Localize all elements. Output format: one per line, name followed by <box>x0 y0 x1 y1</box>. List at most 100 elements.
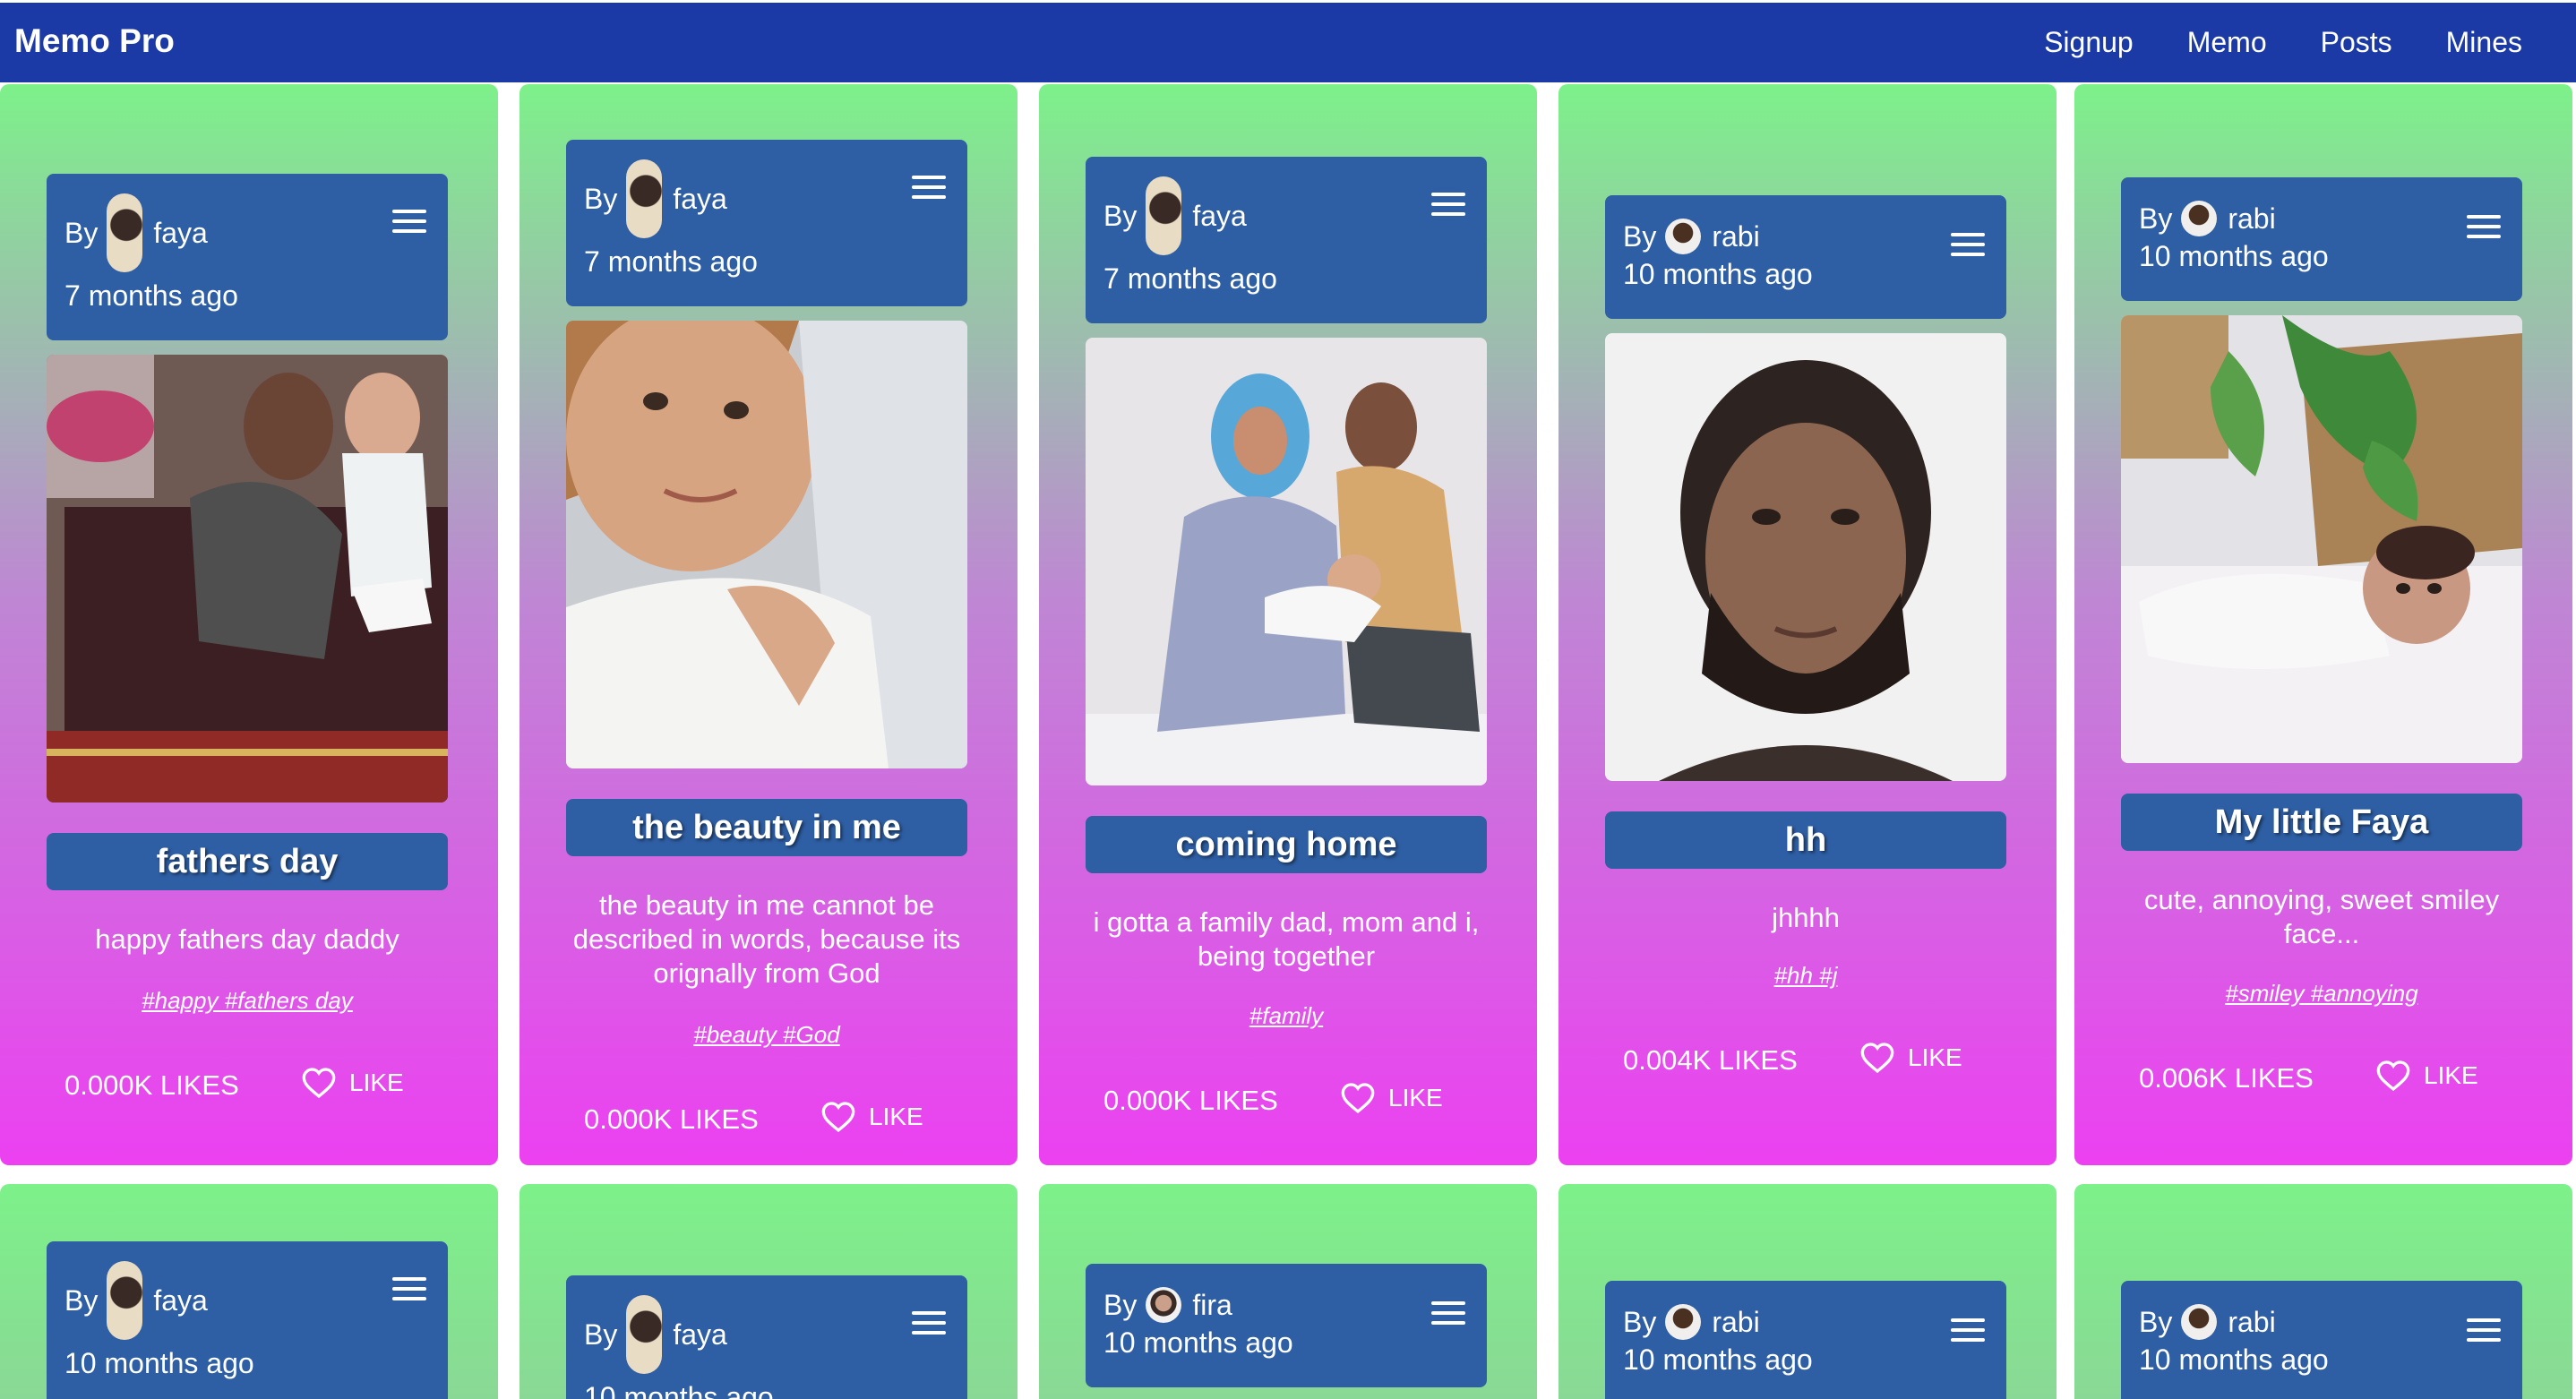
heart-icon <box>302 1068 336 1099</box>
post-card: By faya 7 months ago coming home i gotta… <box>1039 84 1537 1165</box>
menu-icon[interactable] <box>1951 233 1985 256</box>
menu-icon[interactable] <box>912 176 946 199</box>
nav-signup[interactable]: Signup <box>2044 26 2134 59</box>
heart-icon <box>1860 1043 1894 1074</box>
like-count: 0.000K LIKES <box>1103 1085 1278 1116</box>
post-card: By fira 10 months ago <box>1039 1184 1537 1399</box>
nav-posts[interactable]: Posts <box>2321 26 2392 59</box>
post-image <box>2121 315 2522 763</box>
post-header: By rabi 10 months ago <box>2121 177 2522 301</box>
author-name[interactable]: faya <box>1192 200 1246 233</box>
menu-icon[interactable] <box>912 1311 946 1335</box>
post-card: By faya 10 months ago <box>519 1184 1018 1399</box>
post-time: 10 months ago <box>584 1381 774 1399</box>
author-avatar[interactable] <box>1665 219 1702 254</box>
author-name[interactable]: rabi <box>1712 220 1759 253</box>
post-tags[interactable]: #hh #j <box>1605 962 2006 990</box>
by-label: By <box>1103 1288 1138 1321</box>
like-label: LIKE <box>869 1103 923 1130</box>
post-tags[interactable]: #family <box>1086 1002 1487 1030</box>
post-tags[interactable]: #beauty #God <box>566 1021 967 1049</box>
post-time: 7 months ago <box>64 279 238 312</box>
author-avatar[interactable] <box>107 1261 143 1340</box>
like-count: 0.006K LIKES <box>2139 1062 2314 1094</box>
post-time: 7 months ago <box>1103 262 1277 295</box>
author-avatar[interactable] <box>626 159 663 238</box>
menu-icon[interactable] <box>2467 215 2501 238</box>
like-button[interactable]: LIKE <box>301 1066 404 1100</box>
like-button[interactable]: LIKE <box>820 1100 923 1134</box>
post-header: By rabi 10 months ago <box>1605 1281 2006 1399</box>
heart-icon <box>821 1102 855 1133</box>
post-tags[interactable]: #happy #fathers day <box>47 987 448 1015</box>
menu-icon[interactable] <box>392 210 426 233</box>
post-description: i gotta a family dad, mom and i, being t… <box>1093 906 1480 972</box>
post-title: fathers day <box>47 833 448 890</box>
nav-links: Signup Memo Posts Mines <box>2044 26 2522 59</box>
by-label: By <box>2139 1305 2173 1338</box>
author-name[interactable]: faya <box>673 183 726 216</box>
author-avatar[interactable] <box>1146 1287 1182 1323</box>
post-tags[interactable]: #smiley #annoying <box>2121 980 2522 1008</box>
by-label: By <box>1103 199 1138 232</box>
menu-icon[interactable] <box>2467 1318 2501 1342</box>
menu-icon[interactable] <box>1431 193 1465 216</box>
by-label: By <box>64 216 99 249</box>
menu-icon[interactable] <box>392 1277 426 1300</box>
author-avatar[interactable] <box>1665 1304 1702 1340</box>
author-name[interactable]: rabi <box>2228 1306 2275 1339</box>
post-time: 10 months ago <box>1623 258 1813 290</box>
post-image <box>566 321 967 768</box>
like-button[interactable]: LIKE <box>1340 1081 1443 1115</box>
post-time: 10 months ago <box>2139 1343 2329 1376</box>
author-avatar[interactable] <box>2181 1304 2218 1340</box>
post-title: hh <box>1605 811 2006 869</box>
nav-mines[interactable]: Mines <box>2446 26 2522 59</box>
post-description: jhhhh <box>1772 902 1840 933</box>
post-time: 10 months ago <box>1103 1326 1293 1359</box>
post-image <box>1086 338 1487 785</box>
nav-memo[interactable]: Memo <box>2187 26 2267 59</box>
post-header: By faya 7 months ago <box>566 140 967 306</box>
author-name[interactable]: rabi <box>2228 202 2275 236</box>
like-count: 0.004K LIKES <box>1623 1044 1798 1076</box>
like-button[interactable]: LIKE <box>1859 1041 1962 1075</box>
post-header: By faya 10 months ago <box>47 1241 448 1399</box>
brand-logo[interactable]: Memo Pro <box>14 22 175 60</box>
menu-icon[interactable] <box>1951 1318 1985 1342</box>
author-name[interactable]: fira <box>1192 1289 1232 1322</box>
post-card: By rabi 10 months ago <box>1558 1184 2057 1399</box>
like-label: LIKE <box>1388 1084 1443 1111</box>
by-label: By <box>2139 202 2173 235</box>
like-label: LIKE <box>349 1069 404 1096</box>
author-name[interactable]: rabi <box>1712 1306 1759 1339</box>
post-card: By rabi 10 months ago <box>2074 1184 2572 1399</box>
heart-icon <box>1341 1083 1375 1114</box>
by-label: By <box>584 1317 618 1351</box>
post-card: By faya 7 months ago the beauty in me th… <box>519 84 1018 1165</box>
post-description: the beauty in me cannot be described in … <box>572 889 961 989</box>
post-header: By faya 10 months ago <box>566 1275 967 1399</box>
post-description: cute, annoying, sweet smiley face... <box>2143 884 2500 949</box>
author-name[interactable]: faya <box>673 1318 726 1352</box>
post-description: happy fathers day daddy <box>95 923 399 955</box>
post-title: My little Faya <box>2121 794 2522 851</box>
post-image <box>1605 333 2006 781</box>
author-name[interactable]: faya <box>153 1284 207 1317</box>
by-label: By <box>1623 1305 1657 1338</box>
like-button[interactable]: LIKE <box>2375 1059 2478 1093</box>
author-avatar[interactable] <box>1146 176 1182 255</box>
post-title: coming home <box>1086 816 1487 873</box>
post-card: By rabi 10 months ago My little Faya cut… <box>2074 84 2572 1165</box>
like-label: LIKE <box>2424 1061 2478 1089</box>
post-title: the beauty in me <box>566 799 967 856</box>
post-card: By faya 7 months ago fathers day happy f… <box>0 84 498 1165</box>
author-name[interactable]: faya <box>153 217 207 250</box>
post-header: By faya 7 months ago <box>1086 157 1487 323</box>
author-avatar[interactable] <box>2181 201 2218 236</box>
author-avatar[interactable] <box>626 1295 663 1374</box>
author-avatar[interactable] <box>107 193 143 272</box>
navbar: Memo Pro Signup Memo Posts Mines <box>0 0 2576 82</box>
post-header: By fira 10 months ago <box>1086 1264 1487 1387</box>
menu-icon[interactable] <box>1431 1301 1465 1325</box>
